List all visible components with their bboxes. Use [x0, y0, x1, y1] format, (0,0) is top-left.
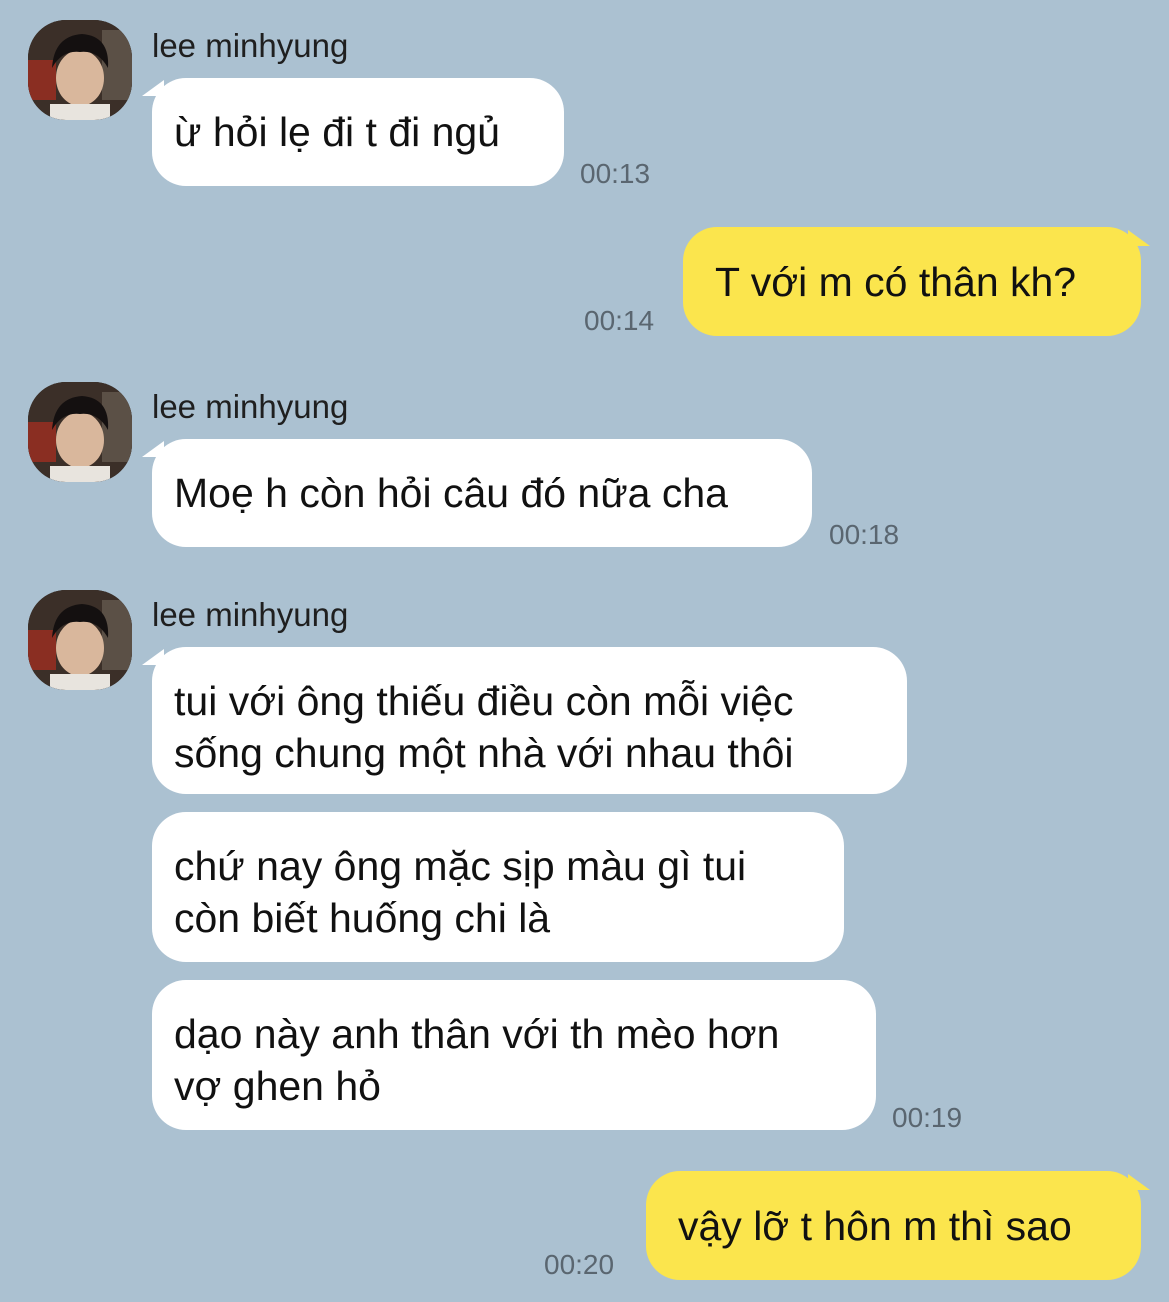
message-time: 00:19: [892, 1102, 963, 1133]
bubble-tail: [1128, 230, 1150, 246]
avatar[interactable]: [28, 590, 132, 690]
message-bubble-incoming[interactable]: Moẹ h còn hỏi câu đó nữa cha: [152, 439, 812, 547]
message-time: 00:18: [829, 519, 900, 550]
message-bubble-outgoing[interactable]: T với m có thân kh?: [683, 227, 1141, 336]
message-time: 00:13: [580, 158, 651, 189]
avatar[interactable]: [28, 382, 132, 482]
sender-name: lee minhyung: [152, 596, 349, 633]
message-text: vậy lỡ t hôn m thì sao: [678, 1202, 1072, 1249]
message-text-line: sống chung một nhà với nhau thôi: [174, 730, 794, 776]
message-text-line: vợ ghen hỏ: [174, 1063, 381, 1109]
profile-photo: [28, 382, 132, 482]
sender-name: lee minhyung: [152, 388, 349, 425]
message-text-line: tui với ông thiếu điều còn mỗi việc: [174, 678, 794, 724]
message-text-line: chứ nay ông mặc sịp màu gì tui: [174, 843, 747, 889]
bubble-tail: [1128, 1174, 1150, 1190]
message-time: 00:20: [544, 1249, 615, 1280]
message-bubble-incoming[interactable]: chứ nay ông mặc sịp màu gì tui còn biết …: [152, 812, 844, 962]
profile-photo: [28, 590, 132, 690]
message-bubble-incoming[interactable]: tui với ông thiếu điều còn mỗi việc sống…: [152, 647, 907, 794]
message-bubble-incoming[interactable]: dạo này anh thân với th mèo hơn vợ ghen …: [152, 980, 876, 1130]
message-bubble-incoming[interactable]: ừ hỏi lẹ đi t đi ngủ: [152, 78, 564, 186]
message-text-line: còn biết huống chi là: [174, 895, 551, 941]
profile-photo: [28, 20, 132, 120]
message-text: ừ hỏi lẹ đi t đi ngủ: [174, 109, 501, 155]
sender-name: lee minhyung: [152, 27, 349, 64]
message-text: Moẹ h còn hỏi câu đó nữa cha: [174, 470, 728, 516]
message-text: T với m có thân kh?: [715, 258, 1077, 305]
message-bubble-outgoing[interactable]: vậy lỡ t hôn m thì sao: [646, 1171, 1141, 1280]
message-text-line: dạo này anh thân với th mèo hơn: [174, 1011, 780, 1057]
avatar[interactable]: [28, 20, 132, 120]
message-time: 00:14: [584, 305, 655, 336]
